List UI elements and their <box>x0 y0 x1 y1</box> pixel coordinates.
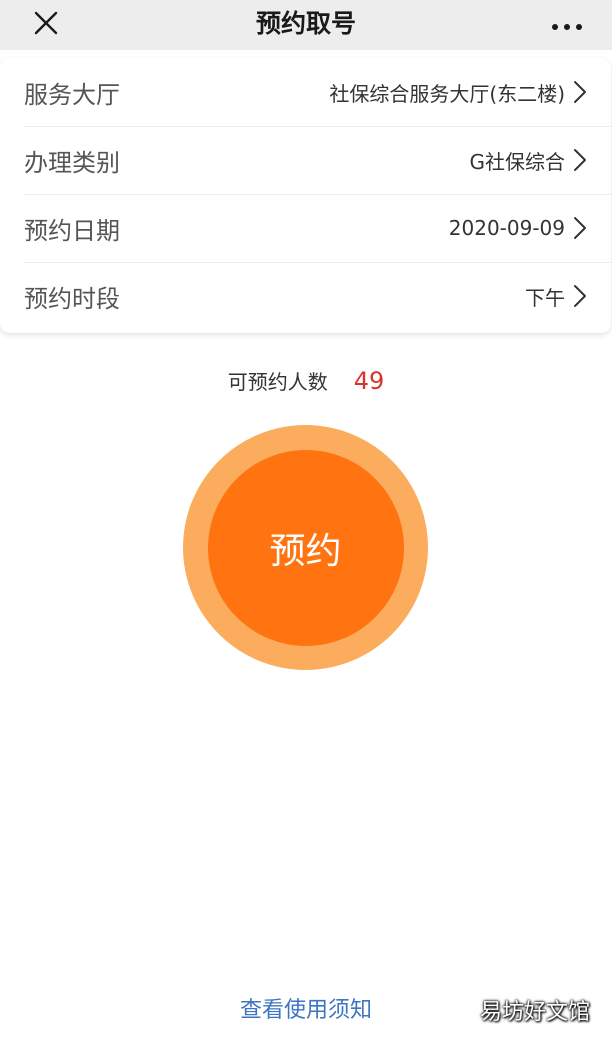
watermark: 易坊好文馆 <box>479 1000 590 1025</box>
booking-form-card: 服务大厅 社保综合服务大厅(东二楼) 办理类别 G社保综合 预约日期 2020-… <box>0 58 611 333</box>
quota-label: 可预约人数 <box>227 370 328 394</box>
quota-count: 49 <box>353 367 385 395</box>
row-value: G社保综合 <box>469 149 566 174</box>
row-label: 服务大厅 <box>24 80 120 109</box>
page-title: 预约取号 <box>255 9 356 38</box>
book-button-inner: 预约 <box>207 449 404 646</box>
chevron-right-icon <box>573 148 587 172</box>
chevron-right-icon <box>573 216 587 240</box>
row-value-group: G社保综合 <box>470 146 588 175</box>
chevron-right-icon <box>573 80 587 104</box>
row-value: 2020-09-09 <box>448 216 565 240</box>
row-label: 预约日期 <box>24 216 120 245</box>
chevron-right-icon <box>573 284 587 308</box>
more-icon <box>551 16 583 35</box>
book-button[interactable]: 预约 <box>183 425 428 670</box>
available-quota: 可预约人数 49 <box>0 366 612 395</box>
more-button[interactable] <box>544 5 590 45</box>
row-time-slot[interactable]: 预约时段 下午 <box>0 262 611 330</box>
row-value-group: 社保综合服务大厅(东二楼) <box>329 78 587 107</box>
row-value: 社保综合服务大厅(东二楼) <box>329 81 565 106</box>
row-label: 办理类别 <box>24 148 120 177</box>
row-date[interactable]: 预约日期 2020-09-09 <box>0 194 611 262</box>
row-label: 预约时段 <box>24 284 120 313</box>
row-service-hall[interactable]: 服务大厅 社保综合服务大厅(东二楼) <box>0 58 611 126</box>
row-value-group: 下午 <box>525 282 587 311</box>
book-button-label: 预约 <box>269 530 342 572</box>
row-category[interactable]: 办理类别 G社保综合 <box>0 126 611 194</box>
row-value-group: 2020-09-09 <box>449 216 587 240</box>
top-bar: 预约取号 <box>0 0 612 50</box>
row-value: 下午 <box>525 285 565 310</box>
